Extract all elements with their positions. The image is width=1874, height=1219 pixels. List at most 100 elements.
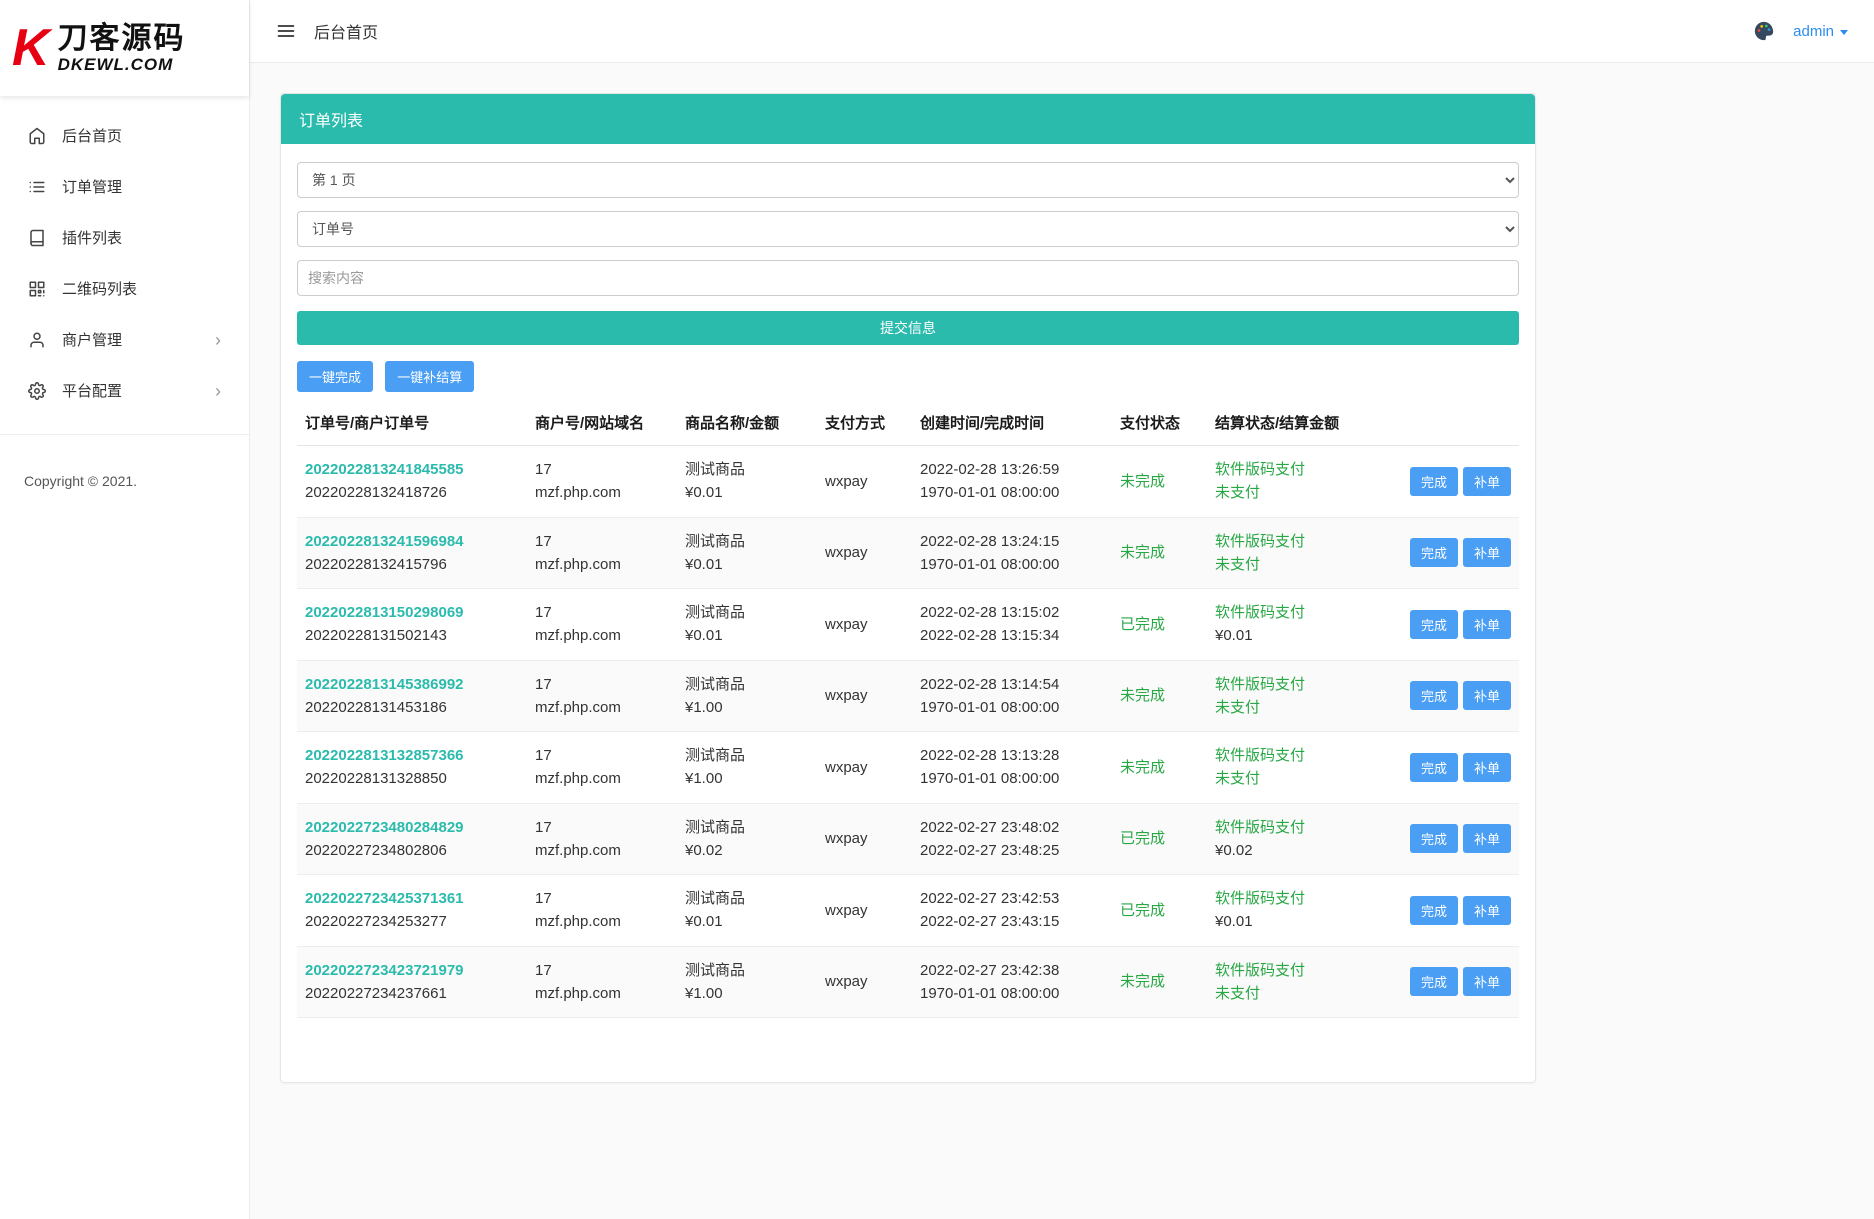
- menu-toggle-icon[interactable]: [276, 21, 296, 41]
- theme-palette-icon[interactable]: [1753, 20, 1775, 42]
- brand-subtitle: DKEWL.COM: [58, 55, 186, 75]
- pay-method: wxpay: [817, 732, 912, 804]
- site-domain: mzf.php.com: [535, 839, 669, 862]
- col-pay-method: 支付方式: [817, 400, 912, 446]
- merchant-order-no: 20220228131502143: [305, 624, 519, 647]
- topbar-left: 后台首页: [276, 19, 378, 43]
- merchant-order-no: 20220228131328850: [305, 767, 519, 790]
- settle-status: 软件版码支付: [1215, 744, 1371, 767]
- brand-text: 刀客源码 DKEWL.COM: [58, 22, 186, 75]
- supplement-button[interactable]: 补单: [1463, 896, 1511, 925]
- complete-button[interactable]: 完成: [1410, 467, 1458, 496]
- complete-button[interactable]: 完成: [1410, 681, 1458, 710]
- created-time: 2022-02-28 13:14:54: [920, 673, 1104, 696]
- bulk-settle-button[interactable]: 一键补结算: [385, 361, 474, 392]
- settle-amount: 未支付: [1215, 696, 1371, 719]
- supplement-button[interactable]: 补单: [1463, 610, 1511, 639]
- order-link[interactable]: 2022022813145386992: [305, 676, 464, 693]
- topbar-right: admin: [1753, 20, 1848, 42]
- col-pay-status: 支付状态: [1112, 400, 1207, 446]
- pay-method: wxpay: [817, 589, 912, 661]
- product-amount: ¥0.01: [685, 624, 809, 647]
- sidebar-item-label: 商户管理: [62, 329, 122, 350]
- product-name: 测试商品: [685, 601, 809, 624]
- merchant-id: 17: [535, 601, 669, 624]
- finished-time: 1970-01-01 08:00:00: [920, 481, 1104, 504]
- supplement-button[interactable]: 补单: [1463, 538, 1511, 567]
- order-link[interactable]: 2022022723480284829: [305, 819, 464, 836]
- col-order-no: 订单号/商户订单号: [297, 400, 527, 446]
- pay-status: 未完成: [1120, 687, 1165, 704]
- merchant-id: 17: [535, 887, 669, 910]
- pay-status: 未完成: [1120, 473, 1165, 490]
- table-row: 2022022813150298069 20220228131502143 17mz…: [297, 589, 1519, 661]
- order-link[interactable]: 2022022813241845585: [305, 461, 464, 478]
- topbar: 后台首页 admin: [250, 0, 1874, 63]
- finished-time: 2022-02-27 23:43:15: [920, 910, 1104, 933]
- product-name: 测试商品: [685, 530, 809, 553]
- pay-status: 未完成: [1120, 759, 1165, 776]
- order-link[interactable]: 2022022813132857366: [305, 747, 464, 764]
- search-input[interactable]: [297, 260, 1519, 296]
- supplement-button[interactable]: 补单: [1463, 753, 1511, 782]
- product-name: 测试商品: [685, 458, 809, 481]
- order-link[interactable]: 2022022813150298069: [305, 604, 464, 621]
- merchant-order-no: 20220227234802806: [305, 839, 519, 862]
- product-amount: ¥0.01: [685, 481, 809, 504]
- bulk-actions: 一键完成 一键补结算: [297, 361, 1519, 392]
- pay-method: wxpay: [817, 875, 912, 947]
- product-name: 测试商品: [685, 959, 809, 982]
- site-domain: mzf.php.com: [535, 982, 669, 1005]
- order-link[interactable]: 2022022723423721979: [305, 962, 464, 979]
- page-select[interactable]: 第 1 页: [297, 162, 1519, 198]
- user-menu[interactable]: admin: [1793, 23, 1848, 40]
- sidebar-item-qrcodes[interactable]: 二维码列表: [0, 263, 249, 314]
- pay-status: 已完成: [1120, 616, 1165, 633]
- merchant-id: 17: [535, 530, 669, 553]
- sidebar-item-home[interactable]: 后台首页: [0, 110, 249, 161]
- supplement-button[interactable]: 补单: [1463, 681, 1511, 710]
- sidebar-item-plugins[interactable]: 插件列表: [0, 212, 249, 263]
- site-domain: mzf.php.com: [535, 910, 669, 933]
- order-link[interactable]: 2022022813241596984: [305, 533, 464, 550]
- book-icon: [28, 229, 46, 247]
- submit-button[interactable]: 提交信息: [297, 311, 1519, 345]
- supplement-button[interactable]: 补单: [1463, 467, 1511, 496]
- product-amount: ¥1.00: [685, 767, 809, 790]
- created-time: 2022-02-28 13:24:15: [920, 530, 1104, 553]
- merchant-id: 17: [535, 744, 669, 767]
- complete-button[interactable]: 完成: [1410, 753, 1458, 782]
- pay-status: 未完成: [1120, 973, 1165, 990]
- table-row: 20220228131453869922022022813145318617mz…: [297, 660, 1519, 732]
- complete-button[interactable]: 完成: [1410, 610, 1458, 639]
- settle-amount: ¥0.01: [1215, 624, 1371, 647]
- merchant-order-no: 20220227234237661: [305, 982, 519, 1005]
- sidebar-item-merchants[interactable]: 商户管理 ›: [0, 314, 249, 365]
- user-icon: [28, 331, 46, 349]
- supplement-button[interactable]: 补单: [1463, 967, 1511, 996]
- sidebar-item-label: 后台首页: [62, 125, 122, 146]
- col-actions: [1379, 400, 1519, 446]
- order-link[interactable]: 2022022723425371361: [305, 890, 464, 907]
- complete-button[interactable]: 完成: [1410, 896, 1458, 925]
- complete-button[interactable]: 完成: [1410, 824, 1458, 853]
- sidebar-item-platform[interactable]: 平台配置 ›: [0, 365, 249, 416]
- table-row: 20220227234237219792022022723423766117mz…: [297, 946, 1519, 1018]
- supplement-button[interactable]: 补单: [1463, 824, 1511, 853]
- pay-status: 已完成: [1120, 830, 1165, 847]
- complete-button[interactable]: 完成: [1410, 967, 1458, 996]
- search-field-select[interactable]: 订单号: [297, 211, 1519, 247]
- site-domain: mzf.php.com: [535, 624, 669, 647]
- created-time: 2022-02-28 13:26:59: [920, 458, 1104, 481]
- chevron-right-icon: ›: [215, 331, 221, 349]
- pay-method: wxpay: [817, 946, 912, 1018]
- bulk-complete-button[interactable]: 一键完成: [297, 361, 373, 392]
- brand-logo: K 刀客源码 DKEWL.COM: [0, 0, 249, 96]
- order-table-body: 20220228132418455852022022813241872617mz…: [297, 446, 1519, 1018]
- settle-status: 软件版码支付: [1215, 816, 1371, 839]
- complete-button[interactable]: 完成: [1410, 538, 1458, 567]
- main: 后台首页 admin 订单列表 第 1 页: [250, 0, 1874, 1219]
- finished-time: 1970-01-01 08:00:00: [920, 767, 1104, 790]
- settle-amount: 未支付: [1215, 481, 1371, 504]
- sidebar-item-orders[interactable]: 订单管理: [0, 161, 249, 212]
